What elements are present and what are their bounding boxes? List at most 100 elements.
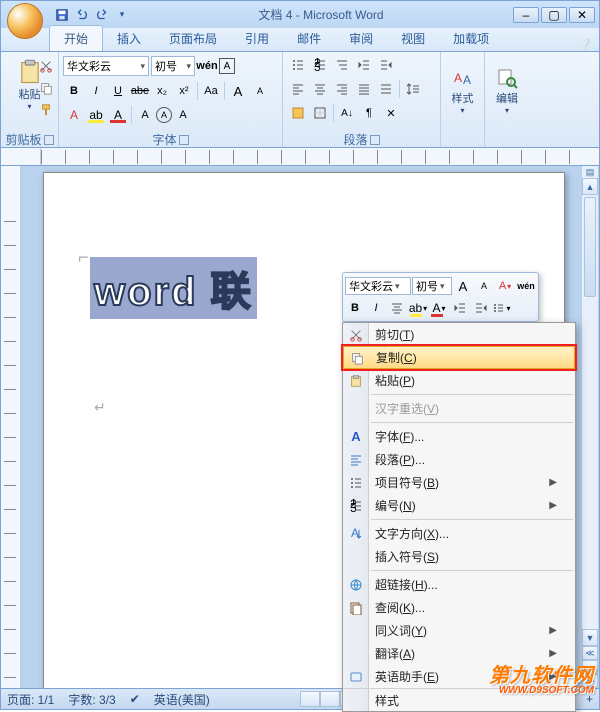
menu-synonyms[interactable]: 同义词(Y) ▶ [343, 619, 575, 642]
menu-hyperlink[interactable]: 超链接(H)... [343, 573, 575, 596]
line-spacing-button[interactable] [402, 79, 424, 99]
view-print-layout[interactable] [300, 691, 320, 707]
mini-increase-indent[interactable] [471, 298, 491, 318]
copy-icon[interactable] [36, 78, 56, 98]
tab-addins[interactable]: 加载项 [439, 26, 503, 51]
menu-text-direction[interactable]: A 文字方向(X)... [343, 522, 575, 545]
menu-paste[interactable]: 粘贴(P) [343, 369, 575, 392]
redo-icon[interactable] [93, 6, 111, 24]
grow-font-button[interactable]: A [227, 81, 249, 101]
align-left-button[interactable] [287, 79, 309, 99]
cut-icon[interactable] [36, 56, 56, 76]
mini-italic[interactable]: I [366, 298, 386, 318]
tab-insert[interactable]: 插入 [103, 26, 155, 51]
clipboard-launcher[interactable] [44, 135, 54, 145]
mini-bullets[interactable] [492, 298, 512, 318]
paragraph-launcher[interactable] [370, 135, 380, 145]
char-scaling-button[interactable]: A [172, 105, 194, 125]
office-button[interactable] [7, 3, 43, 39]
help-icon[interactable]: ❔ [579, 38, 593, 51]
mini-shrink-font[interactable]: A [474, 276, 494, 296]
horizontal-ruler[interactable] [0, 148, 600, 166]
menu-insert-symbol[interactable]: 插入符号(S) [343, 545, 575, 568]
format-painter-icon[interactable] [36, 100, 56, 120]
highlight-button[interactable]: ab [85, 105, 107, 125]
menu-copy[interactable]: 复制(C) [343, 346, 575, 369]
font-name-combo[interactable]: 华文彩云 [63, 56, 149, 76]
status-proofing-icon[interactable]: ✔ [130, 692, 140, 706]
mini-phonetic-icon[interactable]: wén [516, 276, 536, 296]
vertical-scrollbar[interactable]: ▤ ▲ ▼ ≪ ◦ ≫ [581, 166, 598, 688]
menu-bullets[interactable]: 项目符号(B) ▶ [343, 471, 575, 494]
font-color-button[interactable]: A [107, 105, 129, 125]
status-language[interactable]: 英语(美国) [154, 691, 210, 708]
phonetic-guide-icon[interactable]: wén [197, 56, 217, 76]
tab-page-layout[interactable]: 页面布局 [155, 26, 231, 51]
maximize-button[interactable]: ▢ [541, 7, 567, 23]
decrease-indent-button[interactable] [353, 55, 375, 75]
tab-review[interactable]: 审阅 [335, 26, 387, 51]
show-marks-button[interactable]: ¶ [358, 103, 380, 123]
mini-bold[interactable]: B [345, 298, 365, 318]
editing-button[interactable]: 编辑 ▾ [489, 54, 525, 126]
mini-font-size[interactable]: 初号 [412, 277, 452, 295]
menu-lookup[interactable]: 查阅(K)... [343, 596, 575, 619]
styles-button[interactable]: AA 样式 ▾ [445, 54, 480, 126]
align-right-button[interactable] [331, 79, 353, 99]
borders-button[interactable] [309, 103, 331, 123]
clear-formatting-button[interactable]: A [63, 105, 85, 125]
bullets-button[interactable] [287, 55, 309, 75]
minimize-button[interactable]: – [513, 7, 539, 23]
mini-styles[interactable]: A [495, 276, 515, 296]
asian-layout-button[interactable]: ✕ [380, 103, 402, 123]
subscript-button[interactable]: x₂ [151, 81, 173, 101]
enclose-chars-button[interactable]: A [156, 107, 172, 123]
menu-translate[interactable]: 翻译(A) ▶ [343, 642, 575, 665]
mini-grow-font[interactable]: A [453, 276, 473, 296]
scroll-down-button[interactable]: ▼ [582, 629, 598, 646]
font-size-combo[interactable]: 初号 [151, 56, 195, 76]
sort-button[interactable]: A↓ [336, 103, 358, 123]
change-case-button[interactable]: Aa [200, 81, 222, 101]
ruler-toggle-icon[interactable]: ▤ [582, 166, 598, 178]
font-launcher[interactable] [179, 135, 189, 145]
menu-paragraph[interactable]: 段落(P)... [343, 448, 575, 471]
justify-button[interactable] [353, 79, 375, 99]
numbering-button[interactable]: 123 [309, 55, 331, 75]
underline-button[interactable]: U [107, 81, 129, 101]
menu-font[interactable]: A 字体(F)... [343, 425, 575, 448]
shrink-font-button[interactable]: A [249, 81, 271, 101]
view-full-screen[interactable] [320, 691, 340, 707]
align-center-button[interactable] [309, 79, 331, 99]
tab-mailings[interactable]: 邮件 [283, 26, 335, 51]
scroll-thumb[interactable] [584, 197, 596, 297]
selected-text[interactable]: word 联 [90, 257, 257, 319]
scroll-up-button[interactable]: ▲ [582, 178, 598, 195]
italic-button[interactable]: I [85, 81, 107, 101]
menu-numbering[interactable]: 123 编号(N) ▶ [343, 494, 575, 517]
mini-decrease-indent[interactable] [450, 298, 470, 318]
superscript-button[interactable]: x² [173, 81, 195, 101]
char-border-icon[interactable]: A [219, 58, 235, 74]
tab-home[interactable]: 开始 [49, 25, 103, 51]
distributed-button[interactable] [375, 79, 397, 99]
mini-center[interactable] [387, 298, 407, 318]
vertical-ruler[interactable] [1, 166, 21, 688]
scroll-track[interactable] [582, 195, 598, 629]
shading-button[interactable] [287, 103, 309, 123]
char-shading-button[interactable]: A [134, 105, 156, 125]
close-button[interactable]: ✕ [569, 7, 595, 23]
mini-font-color[interactable]: A [429, 298, 449, 318]
multilevel-list-button[interactable] [331, 55, 353, 75]
status-page[interactable]: 页面: 1/1 [7, 691, 54, 708]
tab-view[interactable]: 视图 [387, 26, 439, 51]
mini-highlight[interactable]: ab [408, 298, 428, 318]
qat-customize-icon[interactable]: ▾ [113, 6, 131, 24]
increase-indent-button[interactable] [375, 55, 397, 75]
save-icon[interactable] [53, 6, 71, 24]
tab-references[interactable]: 引用 [231, 26, 283, 51]
status-words[interactable]: 字数: 3/3 [68, 691, 115, 708]
strike-button[interactable]: abe [129, 81, 151, 101]
previous-page-button[interactable]: ≪ [582, 646, 598, 660]
bold-button[interactable]: B [63, 81, 85, 101]
